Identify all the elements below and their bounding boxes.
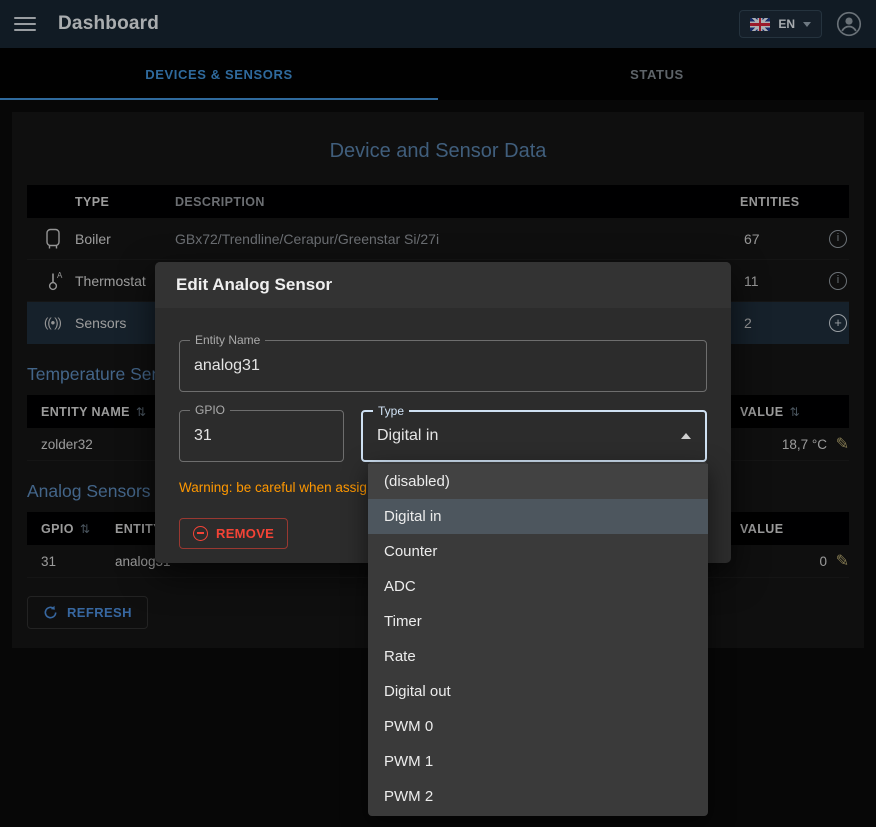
entity-name-input[interactable] — [194, 357, 692, 375]
menu-item-digital-out[interactable]: Digital out — [368, 674, 708, 709]
remove-button-label: REMOVE — [216, 526, 274, 541]
menu-item-adc[interactable]: ADC — [368, 569, 708, 604]
menu-item-rate[interactable]: Rate — [368, 639, 708, 674]
menu-item-counter[interactable]: Counter — [368, 534, 708, 569]
menu-item-disabled[interactable]: (disabled) — [368, 464, 708, 499]
type-select[interactable]: Type Digital in — [361, 410, 707, 462]
gpio-field[interactable]: GPIO — [179, 410, 344, 462]
remove-circle-icon — [193, 526, 208, 541]
entity-name-label: Entity Name — [190, 333, 265, 347]
menu-item-pwm-0[interactable]: PWM 0 — [368, 709, 708, 744]
type-dropdown-menu: (disabled) Digital in Counter ADC Timer … — [368, 462, 708, 816]
gpio-label: GPIO — [190, 403, 230, 417]
dialog-title: Edit Analog Sensor — [155, 262, 731, 308]
menu-item-digital-in[interactable]: Digital in — [368, 499, 708, 534]
type-label: Type — [373, 404, 409, 418]
menu-item-pwm-2[interactable]: PWM 2 — [368, 779, 708, 814]
gpio-type-row: GPIO Type Digital in — [179, 410, 707, 462]
entity-name-field[interactable]: Entity Name — [179, 340, 707, 392]
gpio-input[interactable] — [194, 427, 329, 445]
select-arrow-icon — [681, 433, 691, 439]
menu-item-pwm-1[interactable]: PWM 1 — [368, 744, 708, 779]
menu-item-timer[interactable]: Timer — [368, 604, 708, 639]
type-selected-value: Digital in — [377, 427, 438, 445]
remove-button[interactable]: REMOVE — [179, 518, 288, 549]
